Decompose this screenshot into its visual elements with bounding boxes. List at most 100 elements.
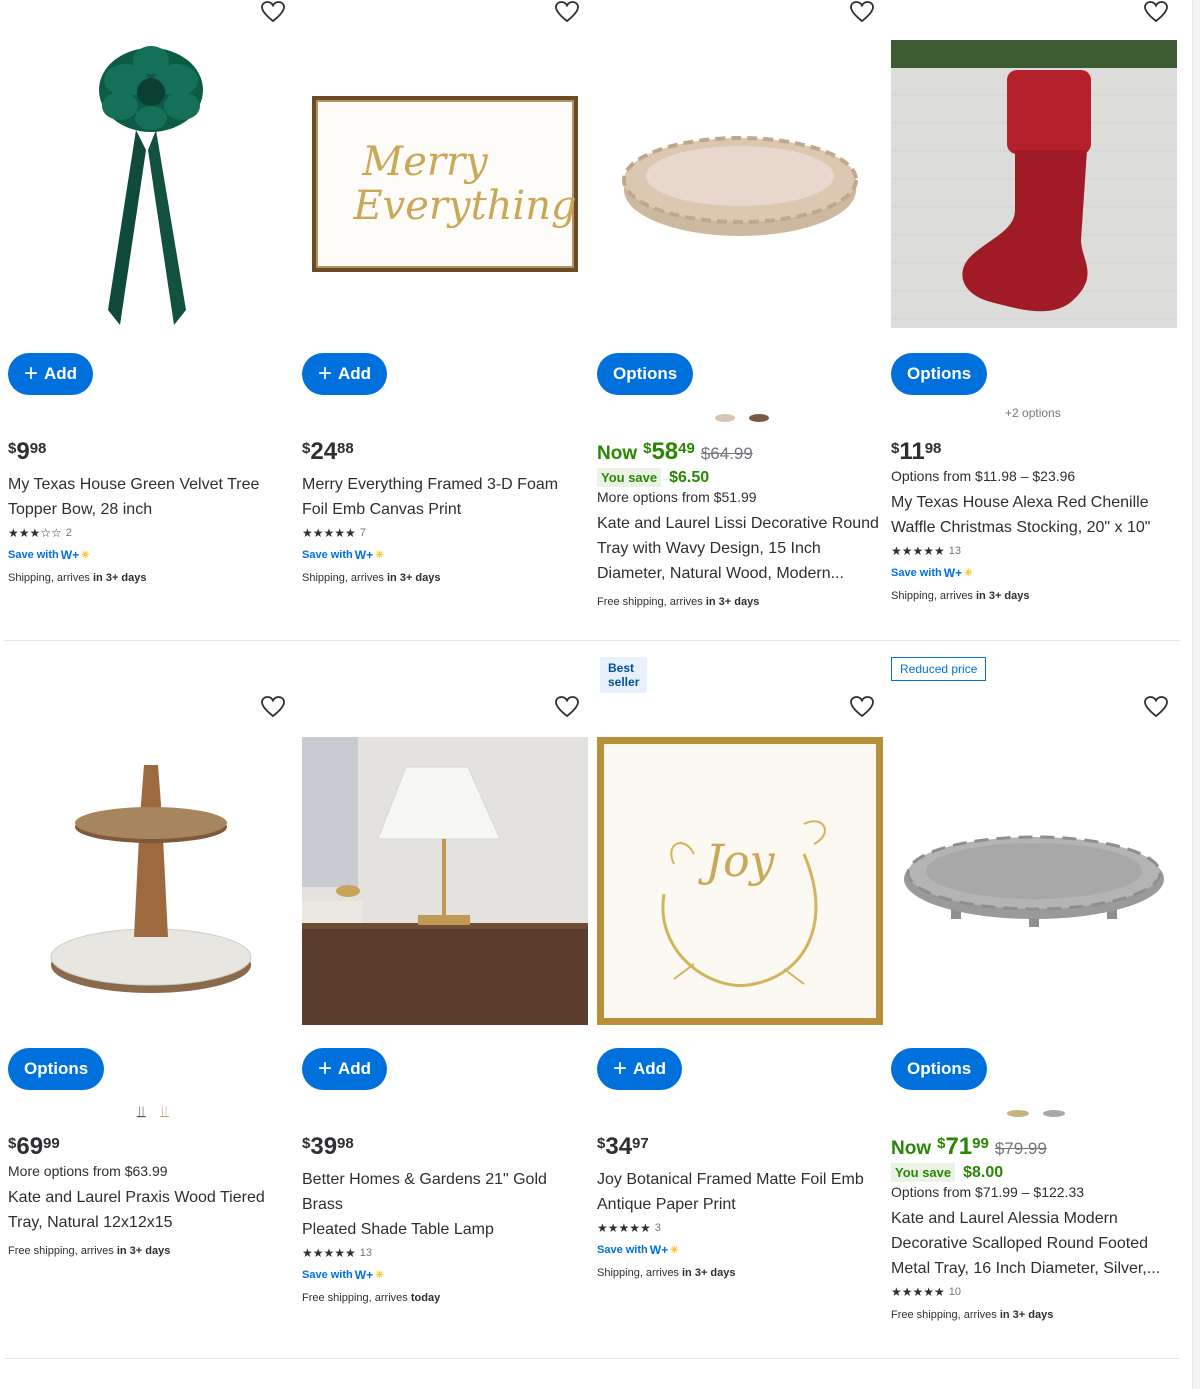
favorite-heart-icon[interactable] <box>1143 695 1169 719</box>
spark-icon: ✳ <box>670 1244 679 1256</box>
shipping-info: Free shipping, arrives in 3+ days <box>8 1245 171 1257</box>
star-rating-icon: ★★★★★ <box>302 526 356 540</box>
product-info: $ 69 99 More options from $63.99 Kate an… <box>8 1133 298 1257</box>
color-swatches: ⫫ ⫫ <box>8 1103 298 1123</box>
product-image-wavy-tray[interactable] <box>597 40 883 328</box>
product-grid-row-1: + Add $ 9 98 My Texas House Green Velvet… <box>0 0 1182 640</box>
plus-icon: + <box>24 360 39 387</box>
options-from: More options from $51.99 <box>597 489 757 505</box>
walmart-plus-logo-icon: W+ <box>354 548 374 562</box>
add-to-cart-button[interactable]: + Add <box>302 353 388 395</box>
star-rating-icon: ★★★☆☆ <box>8 526 62 540</box>
shipping-info: Free shipping, arrives in 3+ days <box>891 1309 1054 1321</box>
spark-icon: ✳ <box>375 549 384 561</box>
options-button[interactable]: Options <box>891 1048 988 1090</box>
favorite-heart-icon[interactable] <box>554 0 580 24</box>
product-card[interactable]: Options Now $ 58 49 $64.99 You save $6.5… <box>597 0 887 640</box>
favorite-heart-icon[interactable] <box>260 695 286 719</box>
product-title[interactable]: Kate and Laurel Praxis Wood Tiered Tray,… <box>8 1185 298 1235</box>
reduced-price-badge: Reduced price <box>891 657 987 681</box>
plus-icon: + <box>318 1055 333 1082</box>
favorite-heart-icon[interactable] <box>849 0 875 24</box>
product-price: Now $ 71 99 $79.99 <box>891 1133 1047 1160</box>
favorite-heart-icon[interactable] <box>1143 0 1169 24</box>
product-price: Now $ 58 49 $64.99 <box>597 438 753 465</box>
product-title[interactable]: Kate and Laurel Alessia Modern Decorativ… <box>891 1206 1181 1281</box>
product-card[interactable]: Options +2 options $ 11 98 Options from … <box>891 0 1181 640</box>
swatch-natural[interactable] <box>715 414 735 422</box>
product-card[interactable]: Options ⫫ ⫫ $ 69 99 More options from $6… <box>8 655 298 1295</box>
add-to-cart-button[interactable]: + Add <box>8 353 94 395</box>
options-button[interactable]: Options <box>597 353 694 395</box>
swatch-brown[interactable] <box>749 414 769 422</box>
favorite-heart-icon[interactable] <box>849 695 875 719</box>
product-price: $ 69 99 <box>8 1133 60 1160</box>
rating: ★★★★★ 13 <box>891 544 962 558</box>
swatch-silver[interactable] <box>1043 1109 1065 1117</box>
walmart-plus-logo-icon: W+ <box>60 548 80 562</box>
options-button[interactable]: Options <box>8 1048 105 1090</box>
shipping-info: Shipping, arrives in 3+ days <box>302 572 441 584</box>
product-title[interactable]: Merry Everything Framed 3-D Foam Foil Em… <box>302 472 592 522</box>
product-card[interactable]: Joy + Add $ 34 97 Joy Botanical Framed M… <box>597 655 887 1295</box>
product-title[interactable]: Kate and Laurel Lissi Decorative Round T… <box>597 511 887 586</box>
shipping-info: Shipping, arrives in 3+ days <box>597 1267 736 1279</box>
star-rating-icon: ★★★★★ <box>597 1221 651 1235</box>
product-info: Now $ 58 49 $64.99 You save $6.50 More o… <box>597 438 887 608</box>
walmart-plus-logo-icon: W+ <box>943 566 963 580</box>
shipping-info: Shipping, arrives in 3+ days <box>8 572 147 584</box>
product-title[interactable]: My Texas House Green Velvet Tree Topper … <box>8 472 298 522</box>
shipping-info: Shipping, arrives in 3+ days <box>891 590 1030 602</box>
product-image-red-stocking[interactable] <box>891 40 1177 328</box>
swatch-dark-tiered-icon[interactable]: ⫫ <box>137 1104 146 1122</box>
color-swatches <box>891 1103 1181 1123</box>
product-image-tiered-tray[interactable] <box>8 737 294 1025</box>
product-image-joy-print[interactable]: Joy <box>597 737 883 1025</box>
product-title[interactable]: Better Homes & Gardens 21" Gold Brass Pl… <box>302 1167 592 1242</box>
star-rating-icon: ★★★★★ <box>891 544 945 558</box>
rating: ★★★★★ 3 <box>597 1221 661 1235</box>
add-to-cart-button[interactable]: + Add <box>597 1048 683 1090</box>
product-price: $ 9 98 <box>8 438 47 465</box>
product-image-table-lamp[interactable] <box>302 737 588 1025</box>
save-with-walmart-plus: Save with W+ ✳ <box>597 1243 679 1257</box>
product-title[interactable]: Joy Botanical Framed Matte Foil Emb Anti… <box>597 1167 887 1217</box>
favorite-heart-icon[interactable] <box>554 695 580 719</box>
you-save-badge: You save $6.50 <box>597 468 887 487</box>
print-text: Merry <box>362 139 488 185</box>
options-button[interactable]: Options <box>891 353 988 395</box>
page-scrollbar[interactable] <box>1192 0 1200 1389</box>
product-card[interactable]: Best seller + Add $ 39 98 Better Homes &… <box>302 655 648 1304</box>
frame: Merry Everything <box>312 96 578 272</box>
star-rating-icon: ★★★★★ <box>302 1246 356 1260</box>
swatch-gold[interactable] <box>1007 1109 1029 1117</box>
was-price: $79.99 <box>994 1139 1047 1158</box>
product-image-merry-everything-print[interactable]: Merry Everything <box>302 40 588 328</box>
product-title[interactable]: My Texas House Alexa Red Chenille Waffle… <box>891 490 1181 540</box>
save-with-walmart-plus: Save with W+ ✳ <box>302 548 384 562</box>
more-options-count[interactable]: +2 options <box>1005 406 1061 420</box>
print-text: Everything <box>353 183 577 229</box>
rating: ★★★★★ 13 <box>302 1246 373 1260</box>
product-image-silver-tray[interactable] <box>891 737 1177 1025</box>
product-card[interactable]: Reduced price Options Now $ 71 99 $79.99… <box>891 655 1181 1321</box>
star-rating-icon: ★★★★★ <box>891 1285 945 1299</box>
rating: ★★★☆☆ 2 <box>8 526 72 540</box>
product-card[interactable]: + Add $ 9 98 My Texas House Green Velvet… <box>8 0 298 640</box>
product-grid-row-2: Options ⫫ ⫫ $ 69 99 More options from $6… <box>0 655 1182 1321</box>
walmart-plus-logo-icon: W+ <box>354 1268 374 1282</box>
rating: ★★★★★ 7 <box>302 526 366 540</box>
was-price: $64.99 <box>700 444 753 463</box>
product-image-green-bow[interactable] <box>8 40 294 328</box>
product-info: Now $ 71 99 $79.99 You save $8.00 Option… <box>891 1133 1181 1321</box>
favorite-heart-icon[interactable] <box>260 0 286 24</box>
shipping-info: Free shipping, arrives today <box>302 1292 441 1304</box>
swatch-natural-tiered-icon[interactable]: ⫫ <box>160 1104 169 1122</box>
product-info: $ 11 98 Options from $11.98 – $23.96 My … <box>891 438 1181 602</box>
spark-icon: ✳ <box>81 549 90 561</box>
product-card[interactable]: Merry Everything + Add $ 24 88 Merry Eve… <box>302 0 592 640</box>
options-from: Options from $71.99 – $122.33 <box>891 1184 1085 1200</box>
shipping-info: Free shipping, arrives in 3+ days <box>597 596 760 608</box>
add-to-cart-button[interactable]: + Add <box>302 1048 388 1090</box>
options-from: Options from $11.98 – $23.96 <box>891 468 1076 484</box>
